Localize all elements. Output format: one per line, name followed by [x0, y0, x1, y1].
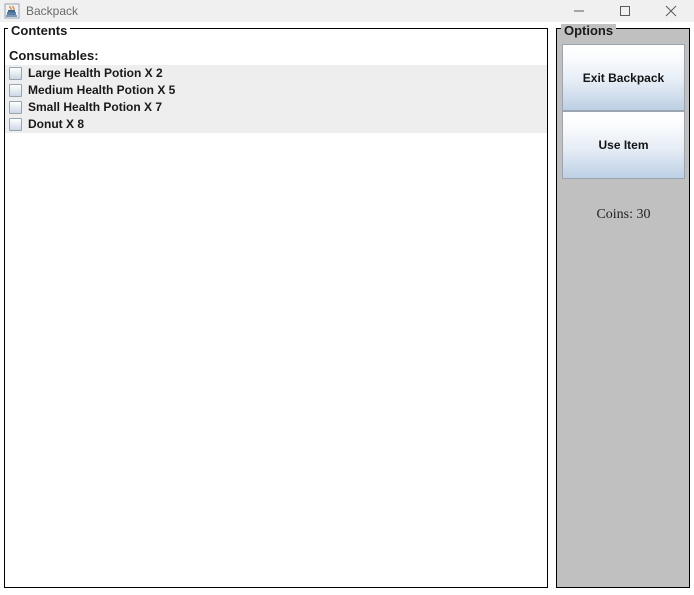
checkbox-icon[interactable]	[9, 84, 22, 97]
list-item-label: Medium Health Potion X 5	[28, 83, 176, 97]
options-panel-title: Options	[561, 24, 617, 38]
java-coffee-cup-icon	[4, 3, 20, 19]
list-item-label: Small Health Potion X 7	[28, 100, 163, 114]
coins-label: Coins: 30	[596, 207, 651, 222]
exit-backpack-button[interactable]: Exit Backpack	[562, 44, 685, 111]
list-item[interactable]: Large Health Potion X 2	[5, 65, 547, 82]
consumables-item-list: Large Health Potion X 2 Medium Health Po…	[5, 65, 547, 133]
close-button[interactable]	[648, 0, 694, 22]
checkbox-icon[interactable]	[9, 118, 22, 131]
window-titlebar: Backpack	[0, 0, 694, 22]
list-item-label: Donut X 8	[28, 117, 84, 131]
list-item[interactable]: Donut X 8	[5, 116, 547, 133]
maximize-button[interactable]	[602, 0, 648, 22]
checkbox-icon[interactable]	[9, 67, 22, 80]
list-item[interactable]: Medium Health Potion X 5	[5, 82, 547, 99]
list-item-label: Large Health Potion X 2	[28, 66, 163, 80]
minimize-button[interactable]	[556, 0, 602, 22]
window-controls	[556, 0, 694, 22]
list-item[interactable]: Small Health Potion X 7	[5, 99, 547, 116]
contents-panel-title: Contents	[8, 24, 71, 38]
use-item-button[interactable]: Use Item	[562, 111, 685, 179]
window-title: Backpack	[26, 4, 79, 18]
consumables-header: Consumables:	[9, 48, 99, 63]
checkbox-icon[interactable]	[9, 101, 22, 114]
